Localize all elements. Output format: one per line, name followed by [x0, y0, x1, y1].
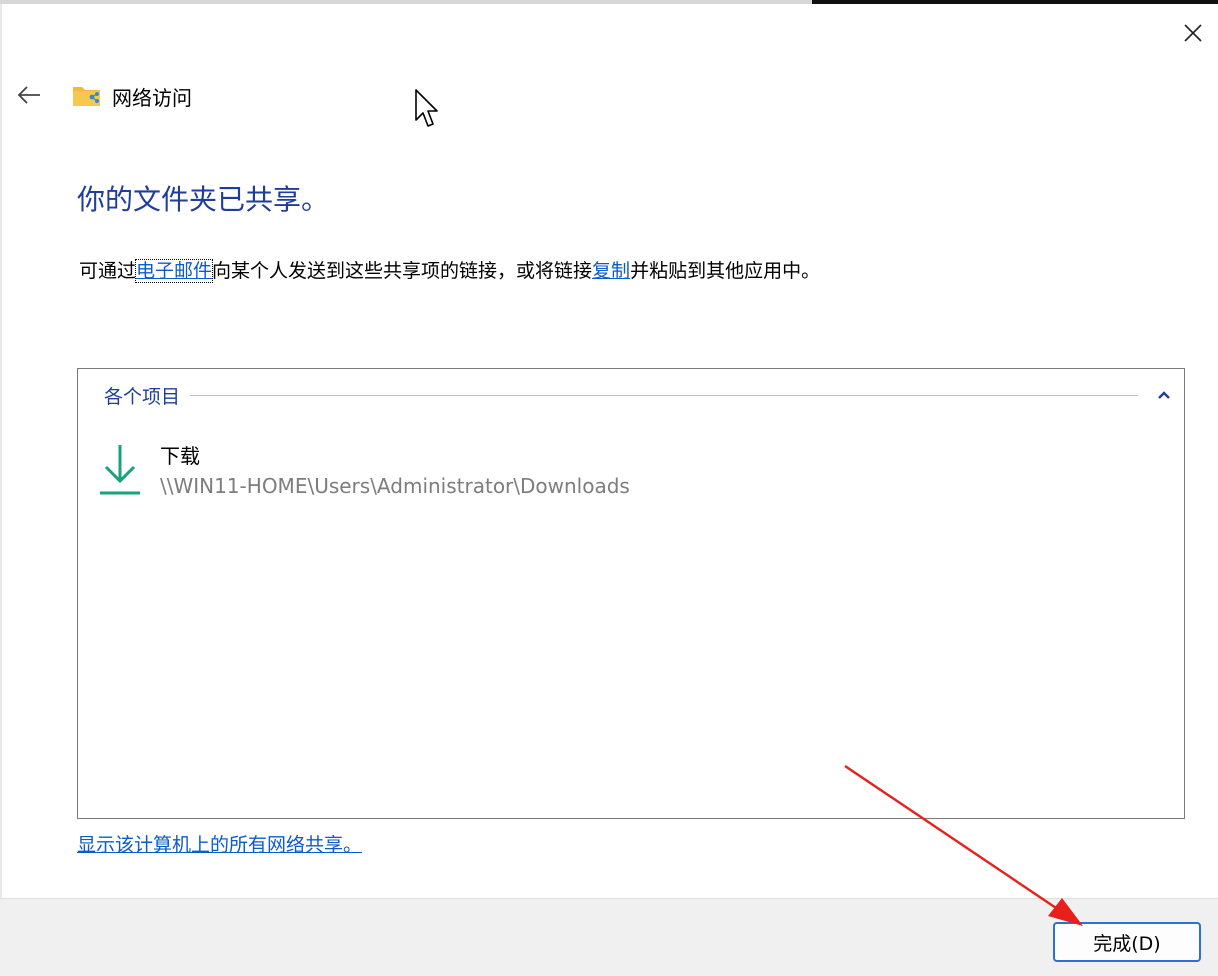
- close-icon: [1184, 24, 1202, 42]
- item-name: 下载: [160, 444, 200, 468]
- item-text: 下载 \\WIN11-HOME\Users\Administrator\Down…: [160, 437, 630, 509]
- background-window-strip: [0, 0, 812, 4]
- description-suffix: 并粘贴到其他应用中。: [630, 260, 821, 282]
- collapse-group-button[interactable]: [1154, 385, 1174, 405]
- dialog-footer: [0, 898, 1218, 976]
- page-headline: 你的文件夹已共享。: [77, 183, 330, 216]
- group-divider: [190, 394, 1138, 396]
- share-description: 可通过电子邮件向某个人发送到这些共享项的链接，或将链接复制并粘贴到其他应用中。: [79, 256, 820, 283]
- mouse-cursor-icon: [415, 89, 438, 127]
- chevron-up-icon: [1158, 391, 1170, 399]
- close-button[interactable]: [1170, 10, 1216, 56]
- network-access-dialog: 网络访问 你的文件夹已共享。 可通过电子邮件向某个人发送到这些共享项的链接，或将…: [0, 0, 1218, 976]
- email-link[interactable]: 电子邮件: [135, 259, 214, 283]
- group-title: 各个项目: [104, 385, 181, 408]
- back-button[interactable]: [10, 76, 48, 114]
- background-window-strip-dark: [812, 0, 1218, 4]
- description-prefix: 可通过: [79, 260, 137, 282]
- show-all-shares-link[interactable]: 显示该计算机上的所有网络共享。: [77, 830, 362, 857]
- done-button[interactable]: 完成(D): [1053, 922, 1201, 962]
- list-item[interactable]: 下载 \\WIN11-HOME\Users\Administrator\Down…: [96, 437, 796, 509]
- download-icon: [100, 445, 140, 495]
- group-header: 各个项目: [104, 381, 1174, 409]
- window-title: 网络访问: [112, 85, 192, 110]
- copy-link[interactable]: 复制: [592, 260, 630, 282]
- shared-items-list: 各个项目 下载 \\WIN11-HOME\Users\Administrator…: [77, 368, 1185, 819]
- window-title-bar: 网络访问: [72, 80, 192, 112]
- shared-folder-icon: [73, 87, 100, 106]
- item-path: \\WIN11-HOME\Users\Administrator\Downloa…: [160, 474, 630, 498]
- back-arrow-icon: [17, 86, 40, 104]
- description-middle: 向某个人发送到这些共享项的链接，或将链接: [212, 260, 593, 282]
- window-left-edge: [0, 4, 2, 898]
